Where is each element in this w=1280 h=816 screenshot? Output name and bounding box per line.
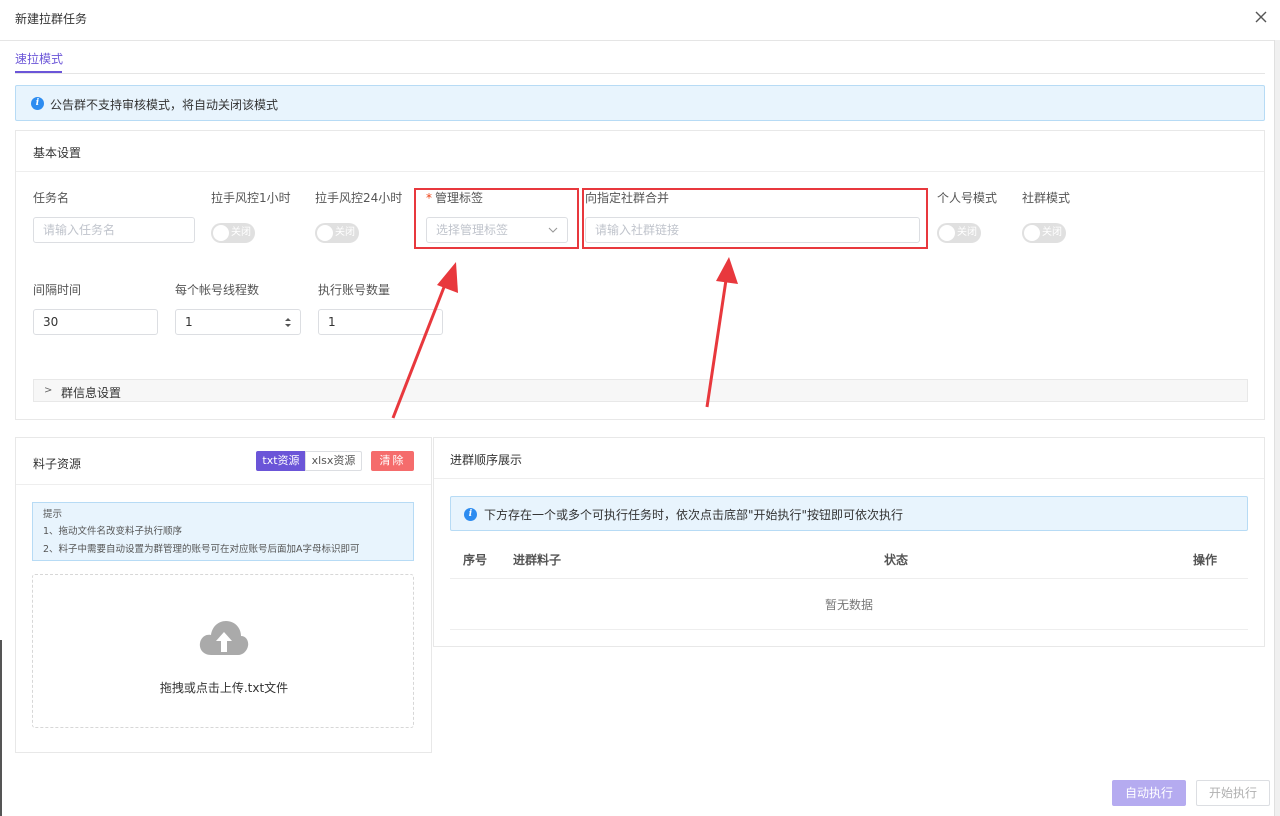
window-edge [0,640,2,816]
column-header-material: 进群料子 [513,553,562,567]
xlsx-resource-button[interactable]: xlsx资源 [305,451,362,471]
accounts-input[interactable]: 1 [318,309,443,335]
group-info-collapse[interactable]: > 群信息设置 [33,379,1248,402]
community-mode-label: 社群模式 [1022,191,1071,205]
threads-value: 1 [185,315,193,329]
column-header-index: 序号 [463,553,488,567]
scrollbar[interactable] [1274,40,1280,816]
chevron-right-icon: > [44,385,53,396]
toggle-state: 关闭 [231,227,251,238]
info-icon: i [464,508,477,521]
manage-tag-label: * 管理标签 [426,189,483,206]
header-divider [0,40,1276,41]
group-info-label: 群信息设置 [61,386,122,400]
tab-speed-mode[interactable]: 速拉模式 [15,50,63,67]
txt-resource-button[interactable]: txt资源 [256,451,306,471]
tab-divider [15,73,1265,74]
threads-label: 每个帐号线程数 [175,283,260,297]
manage-tag-placeholder: 选择管理标签 [436,223,509,237]
task-name-label: 任务名 [33,191,70,205]
chevron-down-icon [548,227,558,233]
task-name-input[interactable]: 请输入任务名 [33,217,195,243]
spinner-icon[interactable] [284,317,292,328]
tips-box: 提示 1、拖动文件名改变料子执行顺序 2、料子中需要自动设置为群管理的账号可在对… [32,502,414,561]
cloud-upload-icon [199,621,249,655]
toggle-knob [213,225,229,241]
join-order-title: 进群顺序展示 [450,453,523,467]
tips-line-2: 2、料子中需要自动设置为群管理的账号可在对应账号后面加A字母标识即可 [43,544,360,555]
upload-text: 拖拽或点击上传.txt文件 [159,681,289,695]
card-divider [434,478,1264,479]
threads-stepper[interactable]: 1 [175,309,301,335]
info-icon: i [31,97,44,110]
upload-dropzone[interactable]: 拖拽或点击上传.txt文件 [32,574,414,728]
toggle-knob [939,225,955,241]
close-icon[interactable] [1252,8,1270,26]
auto-execute-button[interactable]: 自动执行 [1112,780,1186,806]
risk-1h-label: 拉手风控1小时 [211,191,291,205]
community-mode-toggle[interactable]: 关闭 [1022,223,1066,243]
notice-alert: i 公告群不支持审核模式，将自动关闭该模式 [15,85,1265,121]
manage-tag-label-text: 管理标签 [435,191,484,205]
manage-tag-select[interactable]: 选择管理标签 [426,217,568,243]
card-divider [16,171,1264,172]
start-execute-button[interactable]: 开始执行 [1196,780,1270,806]
toggle-state: 关闭 [957,227,977,238]
merge-group-input[interactable]: 请输入社群链接 [585,217,920,243]
toggle-state: 关闭 [1042,227,1062,238]
column-header-actions: 操作 [1193,553,1218,567]
notice-text: 公告群不支持审核模式，将自动关闭该模式 [50,98,279,112]
risk-24h-label: 拉手风控24小时 [315,191,403,205]
toggle-knob [1024,225,1040,241]
risk-1h-toggle[interactable]: 关闭 [211,223,255,243]
materials-title: 料子资源 [33,457,82,471]
tips-title: 提示 [43,509,63,520]
tips-line-1: 1、拖动文件名改变料子执行顺序 [43,526,183,537]
toggle-knob [317,225,333,241]
personal-mode-label: 个人号模式 [937,191,998,205]
toggle-state: 关闭 [335,227,355,238]
dialog-title: 新建拉群任务 [15,12,88,26]
table-header-divider [450,578,1248,579]
join-order-card [433,437,1265,647]
basic-settings-card [15,130,1265,420]
order-notice-text: 下方存在一个或多个可执行任务时，依次点击底部"开始执行"按钮即可依次执行 [484,508,904,522]
interval-input[interactable]: 30 [33,309,158,335]
basic-settings-title: 基本设置 [33,146,82,160]
accounts-label: 执行账号数量 [318,283,391,297]
column-header-status: 状态 [884,553,909,567]
personal-mode-toggle[interactable]: 关闭 [937,223,981,243]
merge-group-label: 向指定社群合并 [585,191,670,205]
risk-24h-toggle[interactable]: 关闭 [315,223,359,243]
table-divider [450,629,1248,630]
required-mark: * [426,191,432,205]
order-notice-alert: i 下方存在一个或多个可执行任务时，依次点击底部"开始执行"按钮即可依次执行 [450,496,1248,531]
empty-state-text: 暂无数据 [824,598,873,612]
clear-button[interactable]: 清除 [371,451,414,471]
interval-label: 间隔时间 [33,283,82,297]
card-divider [16,484,431,485]
